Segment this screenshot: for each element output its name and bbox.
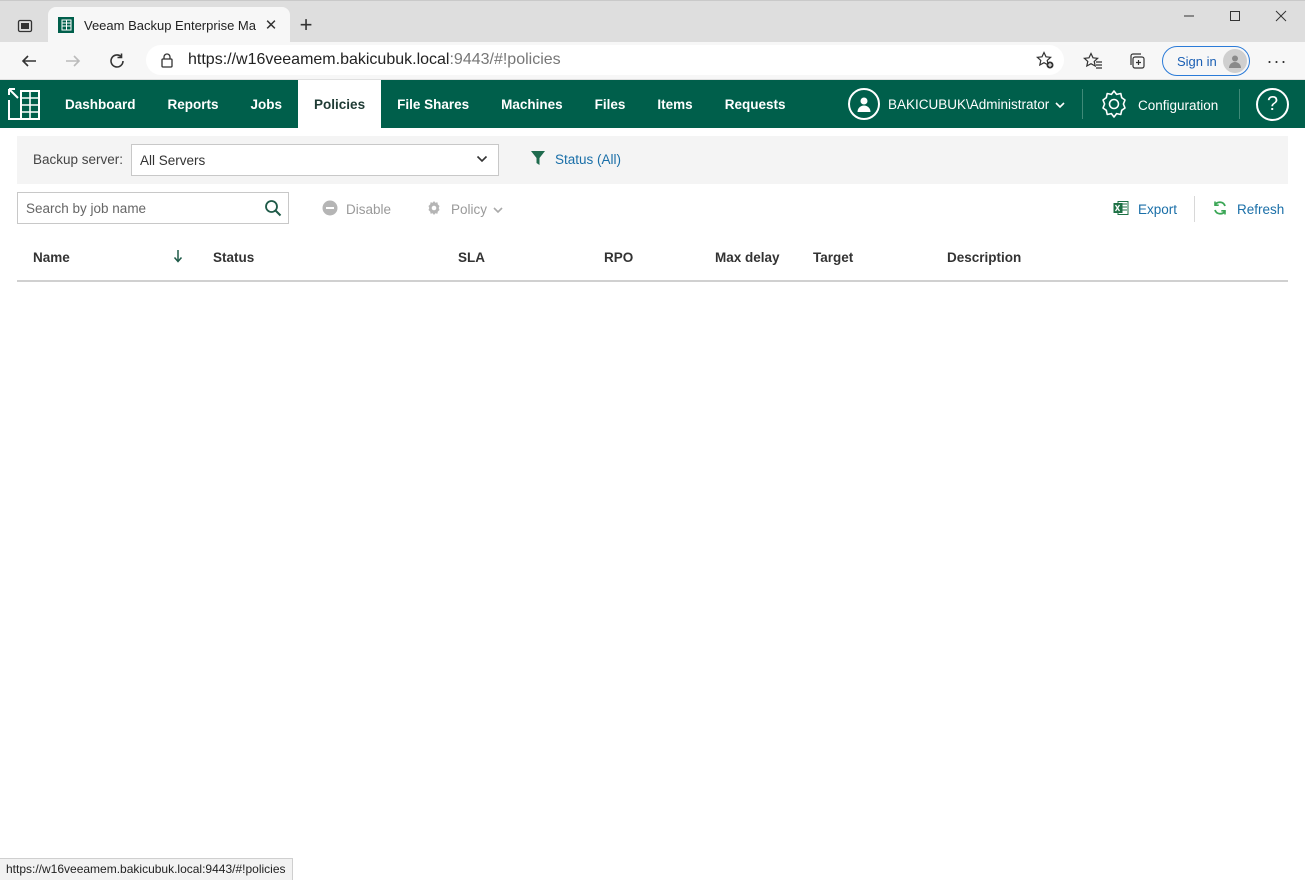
refresh-icon [1212,200,1228,219]
sign-in-button[interactable]: Sign in [1162,46,1250,76]
add-favorite-icon[interactable] [1036,51,1054,72]
browser-tab-strip: Veeam Backup Enterprise Manag ✕ + [0,0,1305,43]
export-button[interactable]: Export [1113,200,1177,219]
veeam-logo-icon[interactable] [6,86,42,122]
url-field[interactable]: https://w16veeamem.bakicubuk.local:9443/… [146,45,1064,75]
browser-status-url: https://w16veeamem.bakicubuk.local:9443/… [0,858,293,880]
app-header: Dashboard Reports Jobs Policies File Sha… [0,80,1305,128]
sign-in-label: Sign in [1177,53,1217,69]
column-header-status[interactable]: Status [213,250,254,265]
disable-button[interactable]: Disable [322,200,391,219]
chevron-down-icon [1055,97,1065,112]
disable-label: Disable [346,202,392,217]
status-filter-button[interactable]: Status (All) [530,150,621,169]
sort-descending-icon[interactable] [173,249,183,266]
tab-close-icon[interactable]: ✕ [262,16,280,34]
header-divider [1239,89,1240,119]
toolbar-divider [1194,196,1195,222]
forward-icon[interactable] [58,46,88,76]
nav-files[interactable]: Files [579,80,642,128]
refresh-button[interactable]: Refresh [1212,200,1284,219]
nav-policies[interactable]: Policies [298,80,382,128]
new-tab-icon[interactable]: + [294,12,318,37]
lock-icon[interactable] [160,52,174,71]
user-menu[interactable]: BAKICUBUK\Administrator [848,88,1065,120]
search-input[interactable] [18,193,254,223]
tab-title: Veeam Backup Enterprise Manag [84,17,256,33]
back-icon[interactable] [14,46,44,76]
user-name: BAKICUBUK\Administrator [888,96,1050,112]
chevron-down-icon [493,202,503,217]
tab-actions-icon[interactable] [10,11,40,41]
status-filter-label: Status (All) [555,152,622,167]
nav-machines[interactable]: Machines [485,80,579,128]
nav-items[interactable]: Items [641,80,708,128]
backup-server-value: All Servers [140,152,206,168]
gear-icon [1098,88,1130,123]
excel-icon [1113,200,1129,219]
profile-avatar-icon [1223,49,1247,73]
configuration-label: Configuration [1138,97,1219,113]
disable-icon [322,200,338,219]
address-bar: https://w16veeamem.bakicubuk.local:9443/… [0,42,1305,80]
favorites-icon[interactable] [1078,46,1108,76]
export-label: Export [1138,202,1178,217]
collections-icon[interactable] [1122,46,1152,76]
column-header-target[interactable]: Target [813,250,853,265]
chevron-down-icon [476,153,488,168]
more-options-icon[interactable]: ··· [1262,46,1292,76]
search-box [17,192,289,224]
column-header-max-delay[interactable]: Max delay [715,250,780,265]
column-header-rpo[interactable]: RPO [604,250,633,265]
column-header-description[interactable]: Description [947,250,1021,265]
main-nav: Dashboard Reports Jobs Policies File Sha… [49,80,801,128]
browser-tab[interactable]: Veeam Backup Enterprise Manag ✕ [48,7,290,43]
close-window-icon[interactable] [1258,1,1304,31]
help-button[interactable]: ? [1256,88,1289,121]
column-header-sla[interactable]: SLA [458,250,485,265]
minimize-icon[interactable] [1166,1,1212,31]
reload-icon[interactable] [102,46,132,76]
policy-menu-button[interactable]: Policy [426,200,503,219]
filter-icon [530,150,546,169]
refresh-label: Refresh [1237,202,1285,217]
maximize-icon[interactable] [1212,1,1258,31]
url-host: https://w16veeamem.bakicubuk.local [188,51,450,68]
header-divider [1082,89,1083,119]
nav-reports[interactable]: Reports [152,80,235,128]
backup-server-select[interactable]: All Servers [131,144,499,176]
backup-server-label: Backup server: [33,152,124,167]
search-icon[interactable] [264,199,282,220]
filter-panel: Backup server: All Servers Status (All) [17,136,1288,184]
user-avatar-icon [848,88,880,120]
nav-file-shares[interactable]: File Shares [381,80,485,128]
nav-requests[interactable]: Requests [709,80,802,128]
gear-icon [426,200,442,219]
policy-label: Policy [451,202,488,217]
configuration-button[interactable]: Configuration [1098,89,1218,121]
veeam-favicon-icon [58,17,74,33]
nav-jobs[interactable]: Jobs [235,80,299,128]
url-path: :9443/#!policies [449,51,561,68]
nav-dashboard[interactable]: Dashboard [49,80,152,128]
policies-table-header: Name Status SLA RPO Max delay Target Des… [17,240,1288,282]
column-header-name[interactable]: Name [33,250,70,265]
